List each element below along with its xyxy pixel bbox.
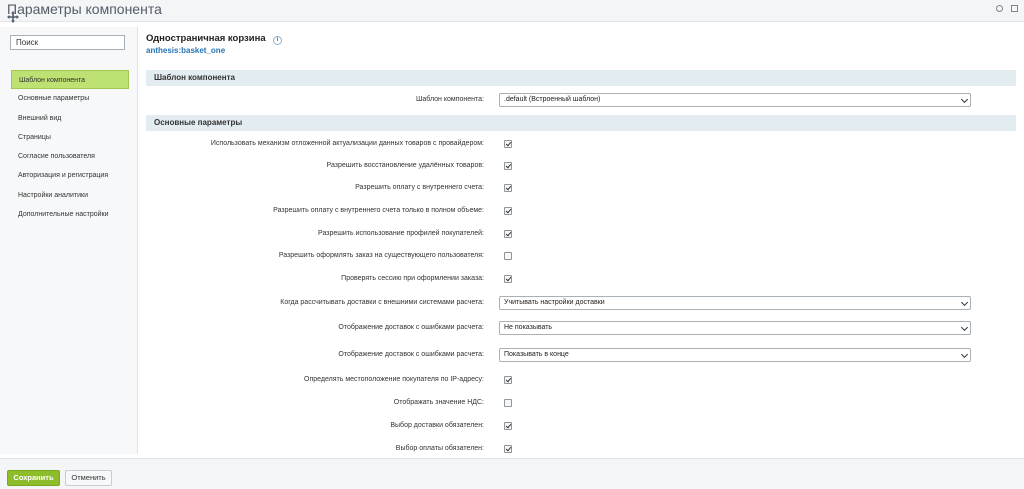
- sidebar-item-appearance[interactable]: Внешний вид: [11, 109, 129, 128]
- chevron-down-icon: [960, 323, 969, 332]
- param-label: Когда рассчитывать доставки с внешними с…: [280, 299, 484, 306]
- param-checkbox[interactable]: [504, 162, 512, 170]
- component-code: anthesis:basket_one: [146, 46, 226, 55]
- section-header-template: Шаблон компонента: [146, 70, 1016, 86]
- param-label: Использовать механизм отложенной актуали…: [210, 140, 484, 147]
- param-label: Разрешить использование профилей покупат…: [318, 230, 484, 237]
- param-select[interactable]: Учитывать настройки доставки: [499, 296, 971, 310]
- select-value: Не показывать: [504, 324, 553, 331]
- chevron-down-icon: [960, 298, 969, 307]
- param-checkbox[interactable]: [504, 376, 512, 384]
- sidebar-item-auth[interactable]: Авторизация и регистрация: [11, 166, 129, 185]
- save-button[interactable]: Сохранить: [7, 470, 60, 486]
- maximize-icon[interactable]: [1011, 5, 1018, 12]
- param-label: Выбор оплаты обязателен:: [395, 445, 484, 452]
- chevron-down-icon: [960, 350, 969, 359]
- select-value: Показывать в конце: [504, 351, 569, 358]
- param-label: Определять местоположение покупателя по …: [304, 376, 484, 383]
- param-checkbox[interactable]: [504, 230, 512, 238]
- chevron-down-icon: [960, 95, 969, 104]
- sidebar: Шаблон компонента Основные параметры Вне…: [0, 27, 138, 454]
- window-titlebar: Параметры компонента: [0, 0, 1024, 23]
- window-title: Параметры компонента: [7, 1, 162, 17]
- sidebar-nav: Шаблон компонента Основные параметры Вне…: [11, 70, 129, 224]
- component-title: Одностраничная корзина: [146, 33, 266, 44]
- param-row: Когда рассчитывать доставки с внешними с…: [146, 295, 1016, 311]
- param-checkbox[interactable]: [504, 275, 512, 283]
- param-row: Разрешить оплату с внутреннего счета тол…: [146, 203, 1016, 219]
- param-label: Разрешить оформлять заказ на существующе…: [278, 252, 484, 259]
- param-label: Разрешить оплату с внутреннего счета тол…: [273, 207, 484, 214]
- param-label: Разрешить восстановление удалённых товар…: [326, 162, 484, 169]
- template-select[interactable]: .default (Встроенный шаблон): [499, 93, 971, 107]
- param-label: Отображать значение НДС:: [393, 399, 484, 406]
- param-label: Разрешить оплату с внутреннего счета:: [355, 184, 484, 191]
- param-label: Отображение доставок с ошибками расчета:: [338, 324, 484, 331]
- move-icon[interactable]: [7, 11, 19, 23]
- sidebar-item-consent[interactable]: Согласие пользователя: [11, 147, 129, 166]
- select-value: Учитывать настройки доставки: [504, 299, 605, 306]
- param-row: Отображение доставок с ошибками расчета:…: [146, 347, 1016, 363]
- info-icon[interactable]: i: [273, 36, 282, 45]
- param-label: Проверять сессию при оформлении заказа:: [341, 275, 484, 282]
- param-label: Отображение доставок с ошибками расчета:: [338, 351, 484, 358]
- param-select[interactable]: Не показывать: [499, 321, 971, 335]
- section-header-main: Основные параметры: [146, 115, 1016, 131]
- sidebar-item-additional[interactable]: Дополнительные настройки: [11, 205, 129, 224]
- window-controls: [996, 5, 1018, 12]
- param-row-template: Шаблон компонента: .default (Встроенный …: [146, 92, 1016, 108]
- sidebar-item-main-params[interactable]: Основные параметры: [11, 89, 129, 108]
- param-row: Отображение доставок с ошибками расчета:…: [146, 320, 1016, 336]
- param-label: Выбор доставки обязателен:: [390, 422, 484, 429]
- sidebar-item-analytics[interactable]: Настройки аналитики: [11, 186, 129, 205]
- main-panel: Одностраничная корзина i anthesis:basket…: [138, 22, 1024, 458]
- search-input[interactable]: [10, 35, 125, 50]
- param-row: Проверять сессию при оформлении заказа:: [146, 271, 1016, 287]
- param-select[interactable]: Показывать в конце: [499, 348, 971, 362]
- param-row: Использовать механизм отложенной актуали…: [146, 136, 1016, 152]
- param-row: Разрешить использование профилей покупат…: [146, 226, 1016, 242]
- sidebar-item-pages[interactable]: Страницы: [11, 128, 129, 147]
- param-checkbox[interactable]: [504, 184, 512, 192]
- select-value: .default (Встроенный шаблон): [504, 96, 601, 103]
- param-row: Разрешить восстановление удалённых товар…: [146, 158, 1016, 174]
- param-row: Определять местоположение покупателя по …: [146, 372, 1016, 388]
- param-checkbox[interactable]: [504, 445, 512, 453]
- param-label: Шаблон компонента:: [416, 96, 484, 103]
- param-row: Выбор оплаты обязателен:: [146, 441, 1016, 457]
- param-row: Разрешить оформлять заказ на существующе…: [146, 248, 1016, 264]
- param-checkbox[interactable]: [504, 422, 512, 430]
- param-row: Разрешить оплату с внутреннего счета:: [146, 180, 1016, 196]
- scrollbar[interactable]: [1018, 22, 1024, 458]
- cancel-button[interactable]: Отменить: [65, 470, 112, 486]
- sidebar-item-template[interactable]: Шаблон компонента: [11, 70, 129, 90]
- param-checkbox[interactable]: [504, 399, 512, 407]
- param-checkbox[interactable]: [504, 252, 512, 260]
- param-row: Выбор доставки обязателен:: [146, 418, 1016, 434]
- collapse-icon[interactable]: [996, 5, 1003, 12]
- param-checkbox[interactable]: [504, 207, 512, 215]
- param-checkbox[interactable]: [504, 140, 512, 148]
- footer-bar: Сохранить Отменить: [0, 458, 1024, 489]
- param-row: Отображать значение НДС:: [146, 395, 1016, 411]
